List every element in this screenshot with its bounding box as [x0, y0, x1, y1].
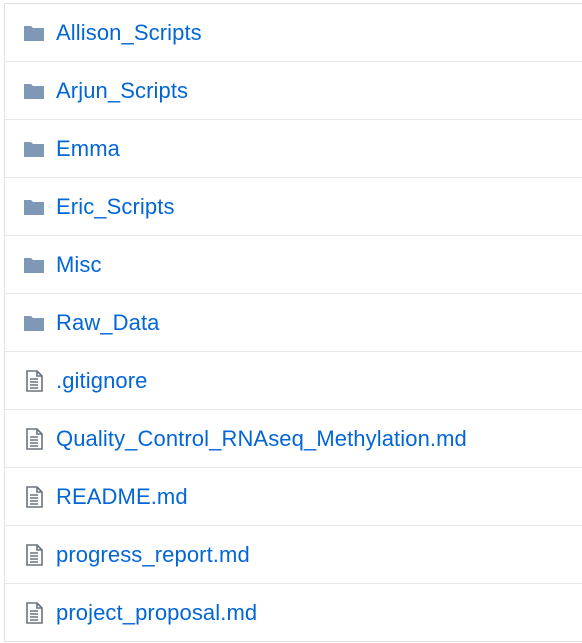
file-link[interactable]: Quality_Control_RNAseq_Methylation.md: [56, 426, 467, 452]
file-row-directory[interactable]: Arjun_Scripts: [5, 61, 582, 119]
file-text-icon: [22, 427, 46, 451]
file-row-file[interactable]: .gitignore: [5, 351, 582, 409]
folder-icon: [22, 137, 46, 161]
file-link[interactable]: .gitignore: [56, 368, 148, 394]
file-link[interactable]: project_proposal.md: [56, 600, 257, 626]
file-link[interactable]: Raw_Data: [56, 310, 160, 336]
file-text-icon: [22, 369, 46, 393]
folder-icon: [22, 79, 46, 103]
file-link[interactable]: Arjun_Scripts: [56, 78, 188, 104]
folder-icon: [22, 21, 46, 45]
file-row-file[interactable]: project_proposal.md: [5, 583, 582, 641]
folder-icon: [22, 253, 46, 277]
folder-icon: [22, 311, 46, 335]
file-row-file[interactable]: progress_report.md: [5, 525, 582, 583]
file-row-file[interactable]: README.md: [5, 467, 582, 525]
file-link[interactable]: progress_report.md: [56, 542, 250, 568]
file-link[interactable]: README.md: [56, 484, 188, 510]
file-row-file[interactable]: Quality_Control_RNAseq_Methylation.md: [5, 409, 582, 467]
file-row-directory[interactable]: Eric_Scripts: [5, 177, 582, 235]
file-text-icon: [22, 485, 46, 509]
file-link[interactable]: Eric_Scripts: [56, 194, 175, 220]
file-link[interactable]: Allison_Scripts: [56, 20, 202, 46]
file-row-directory[interactable]: Allison_Scripts: [5, 4, 582, 61]
file-row-directory[interactable]: Misc: [5, 235, 582, 293]
file-row-directory[interactable]: Raw_Data: [5, 293, 582, 351]
file-list: Allison_Scripts Arjun_Scripts Emma Eric_…: [4, 3, 582, 642]
folder-icon: [22, 195, 46, 219]
file-row-directory[interactable]: Emma: [5, 119, 582, 177]
file-link[interactable]: Emma: [56, 136, 120, 162]
file-text-icon: [22, 601, 46, 625]
file-link[interactable]: Misc: [56, 252, 102, 278]
file-text-icon: [22, 543, 46, 567]
